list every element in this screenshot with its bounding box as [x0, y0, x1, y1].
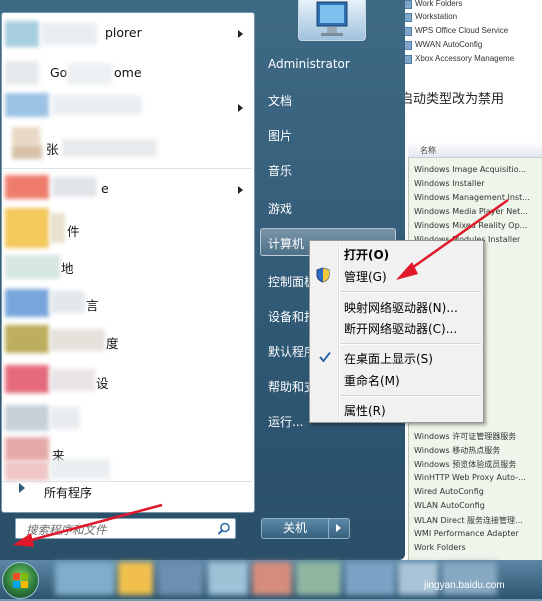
- annotation-arrows: [13, 198, 509, 547]
- arrow-to-manage: [396, 198, 509, 280]
- arrow-to-start-button: [13, 503, 163, 547]
